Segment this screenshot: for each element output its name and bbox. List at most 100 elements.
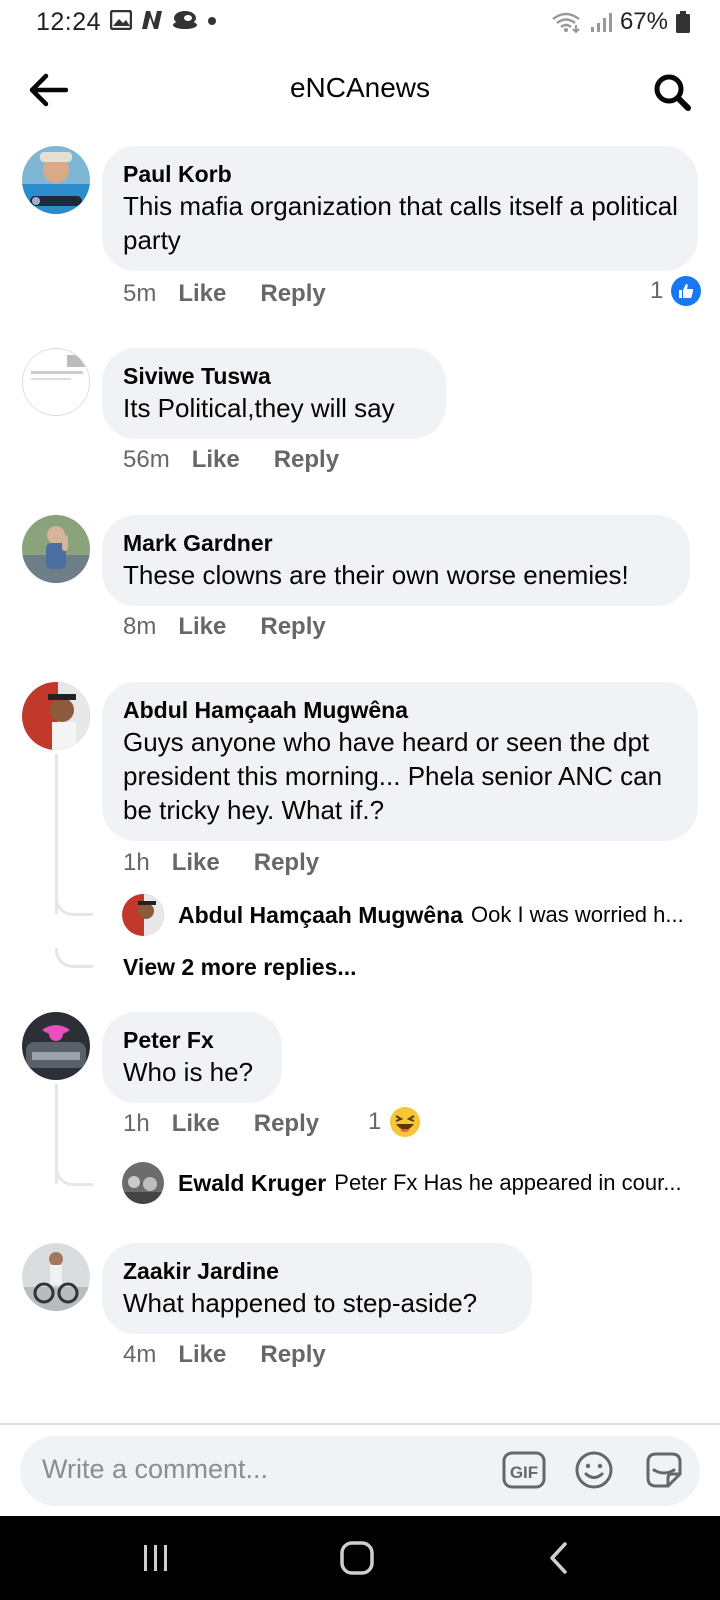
reaction-summary[interactable]: 1 <box>650 276 702 306</box>
comment-bubble[interactable]: Abdul Hamçaah Mugwêna Guys anyone who ha… <box>102 682 698 841</box>
comment-bubble[interactable]: Peter Fx Who is he? <box>102 1012 282 1103</box>
reaction-count: 1 <box>650 277 664 304</box>
back-nav-button[interactable] <box>537 1538 581 1578</box>
wifi-icon <box>552 12 580 33</box>
app-header: eNCAnews <box>0 50 720 130</box>
signal-icon <box>590 13 612 32</box>
avatar[interactable] <box>22 348 90 416</box>
reply-button[interactable]: Reply <box>254 849 319 877</box>
emoji-button[interactable] <box>572 1448 616 1492</box>
comment-author[interactable]: Peter Fx <box>123 1025 262 1055</box>
comment-bubble[interactable]: Paul Korb This mafia organization that c… <box>102 146 698 271</box>
system-nav-bar <box>0 1516 720 1600</box>
thread-connector <box>55 898 93 916</box>
status-notification-icons <box>110 10 218 30</box>
composer-icons: GIF <box>502 1448 686 1492</box>
reaction-count: 1 <box>368 1108 382 1135</box>
reaction-summary[interactable]: 1 <box>368 1106 421 1138</box>
comment-bubble[interactable]: Siviwe Tuswa Its Political,they will say <box>102 348 446 439</box>
netflix-n-icon <box>142 11 162 29</box>
comment-author[interactable]: Paul Korb <box>123 159 678 189</box>
search-icon <box>654 74 691 111</box>
page-title: eNCAnews <box>289 72 431 103</box>
thread-line <box>55 754 58 914</box>
comment-input[interactable] <box>42 1454 462 1485</box>
thread-connector <box>55 948 93 968</box>
dot-icon <box>208 17 216 25</box>
avatar[interactable] <box>22 515 90 583</box>
comment-bubble[interactable]: Zaakir Jardine What happened to step-asi… <box>102 1243 532 1334</box>
gif-button[interactable]: GIF <box>502 1448 546 1492</box>
avatar[interactable] <box>22 1012 90 1080</box>
reply-author[interactable]: Abdul Hamçaah Mugwêna <box>178 902 463 929</box>
comment-text: These clowns are their own worse enemies… <box>123 560 629 590</box>
svg-text:GIF: GIF <box>510 1463 538 1482</box>
reply-button[interactable]: Reply <box>274 446 339 474</box>
avatar[interactable] <box>22 1243 90 1311</box>
comment-author[interactable]: Mark Gardner <box>123 528 670 558</box>
avatar[interactable] <box>22 682 90 750</box>
like-button[interactable]: Like <box>178 280 226 308</box>
reply-author[interactable]: Ewald Kruger <box>178 1170 326 1197</box>
comment-actions: 1h Like Reply <box>123 1110 353 1138</box>
hat-icon <box>173 11 197 29</box>
battery-percent: 67% <box>619 8 668 35</box>
comment-time: 1h <box>123 849 150 876</box>
recent-apps-icon <box>144 1545 167 1571</box>
reply-text: Peter Fx Has he appeared in cour... <box>334 1170 682 1195</box>
comment-text: Guys anyone who have heard or seen the d… <box>123 727 663 825</box>
status-time: 12:24 <box>36 8 102 36</box>
reply-preview[interactable]: Abdul Hamçaah Mugwêna Ook I was worried … <box>122 894 702 936</box>
like-button[interactable]: Like <box>172 849 220 877</box>
laughing-emoji-icon <box>390 1107 421 1137</box>
avatar[interactable] <box>22 146 90 214</box>
comment-author[interactable]: Zaakir Jardine <box>123 1256 512 1286</box>
gif-icon: GIF <box>502 1451 546 1489</box>
reply-text: Ook I was worried h... <box>470 902 684 927</box>
thread-connector <box>55 1166 93 1186</box>
comment-time: 56m <box>123 446 170 473</box>
comment-time: 5m <box>123 280 157 307</box>
comment-actions: 1h Like Reply <box>123 849 353 877</box>
view-more-replies[interactable]: View 2 more replies... <box>123 954 357 981</box>
emoji-icon <box>575 1451 613 1489</box>
reply-avatar[interactable] <box>122 894 164 936</box>
home-icon <box>340 1541 374 1575</box>
comment-text: Its Political,they will say <box>123 393 395 423</box>
like-button[interactable]: Like <box>178 1341 226 1369</box>
comment-composer: GIF <box>20 1436 700 1506</box>
battery-icon <box>676 11 690 33</box>
like-button[interactable]: Like <box>192 446 240 474</box>
reply-avatar[interactable] <box>122 1162 164 1204</box>
reply-button[interactable]: Reply <box>260 613 325 641</box>
home-button[interactable] <box>335 1538 379 1578</box>
comment-author[interactable]: Siviwe Tuswa <box>123 361 426 391</box>
search-button[interactable] <box>650 70 694 114</box>
thumbs-up-icon <box>671 276 702 306</box>
comment-actions: 4m Like Reply <box>123 1341 360 1369</box>
comment-text: Who is he? <box>123 1057 254 1087</box>
status-right: 67% <box>550 8 690 36</box>
like-button[interactable]: Like <box>178 613 226 641</box>
sticker-button[interactable] <box>642 1448 686 1492</box>
comment-time: 8m <box>123 613 157 640</box>
reply-button[interactable]: Reply <box>260 280 325 308</box>
comment-time: 1h <box>123 1110 150 1137</box>
gallery-icon <box>110 10 132 30</box>
comment-actions: 8m Like Reply <box>123 613 360 641</box>
comment-author[interactable]: Abdul Hamçaah Mugwêna <box>123 695 678 725</box>
composer-divider <box>0 1423 720 1425</box>
recent-apps-button[interactable] <box>134 1538 178 1578</box>
comment-time: 4m <box>123 1341 157 1368</box>
reply-button[interactable]: Reply <box>260 1341 325 1369</box>
back-icon <box>550 1542 567 1574</box>
like-button[interactable]: Like <box>172 1110 220 1138</box>
status-bar: 12:24 67% <box>0 0 720 46</box>
reply-preview[interactable]: Ewald Kruger Peter Fx Has he appeared in… <box>122 1162 702 1204</box>
comment-bubble[interactable]: Mark Gardner These clowns are their own … <box>102 515 690 606</box>
reply-button[interactable]: Reply <box>254 1110 319 1138</box>
comment-text: This mafia organization that calls itsel… <box>123 191 678 255</box>
comment-actions: 56m Like Reply <box>123 446 373 474</box>
comment-actions: 5m Like Reply <box>123 280 360 308</box>
sticker-icon <box>646 1452 682 1488</box>
